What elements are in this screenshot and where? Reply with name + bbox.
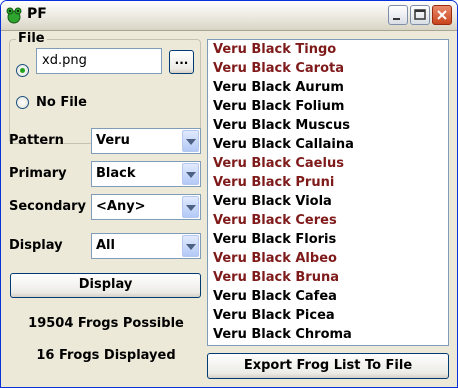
no-file-label: No File <box>36 95 87 110</box>
frog-list-item[interactable]: Veru Black Aurum <box>208 78 448 97</box>
primary-select[interactable]: Black <box>91 161 201 187</box>
frog-list-item[interactable]: Veru Black Folium <box>208 97 448 116</box>
frog-list-item[interactable]: Veru Black Albeo <box>208 249 448 268</box>
frog-list-item[interactable]: Veru Black Tingo <box>208 40 448 59</box>
frog-icon <box>6 7 22 24</box>
display-button[interactable]: Display <box>10 273 201 298</box>
frog-list-item[interactable]: Veru Black Viola <box>208 192 448 211</box>
frog-list-item[interactable]: Veru Black Ceres <box>208 211 448 230</box>
frog-list-item[interactable]: Veru Black Bruna <box>208 268 448 287</box>
frogs-displayed-count: 16 Frogs Displayed <box>36 348 176 363</box>
no-file-radio[interactable] <box>16 96 29 109</box>
frog-list-item[interactable]: Veru Black Chroma <box>208 325 448 344</box>
display-select[interactable]: All <box>91 233 201 259</box>
frogs-possible-count: 19504 Frogs Possible <box>28 316 184 331</box>
minimize-icon <box>393 18 400 20</box>
main-window: PF File xd.png ... No File Pattern Veru … <box>0 0 458 388</box>
frog-list-item[interactable]: Veru Black Muscus <box>208 116 448 135</box>
pattern-value: Veru <box>96 133 130 148</box>
frog-list-item[interactable]: Veru Black Cafea <box>208 287 448 306</box>
frog-list-item[interactable]: Veru Black Pruni <box>208 173 448 192</box>
frog-list-item[interactable]: Veru Black Carota <box>208 59 448 78</box>
maximize-icon <box>414 9 426 20</box>
secondary-value: <Any> <box>96 199 146 214</box>
title-bar[interactable]: PF <box>1 1 457 31</box>
pattern-select[interactable]: Veru <box>91 128 201 154</box>
pattern-label: Pattern <box>9 133 64 148</box>
chevron-down-icon[interactable] <box>182 196 199 218</box>
file-group-label: File <box>16 31 47 46</box>
close-button[interactable] <box>432 5 452 25</box>
frog-list-item[interactable]: Veru Black Caelus <box>208 154 448 173</box>
secondary-select[interactable]: <Any> <box>91 194 201 220</box>
chevron-down-icon[interactable] <box>182 163 199 185</box>
close-icon <box>437 10 447 20</box>
maximize-button[interactable] <box>410 5 430 25</box>
export-button[interactable]: Export Frog List To File <box>207 353 449 379</box>
window-title: PF <box>27 6 47 22</box>
frog-list-item[interactable]: Veru Black Picea <box>208 306 448 325</box>
secondary-label: Secondary <box>9 199 87 214</box>
filename-input[interactable]: xd.png <box>36 48 162 74</box>
display-value: All <box>96 238 115 253</box>
client-area: File xd.png ... No File Pattern Veru Pri… <box>1 31 457 387</box>
frog-list[interactable]: Veru Black Tingo Veru Black Carota Veru Bl… <box>207 39 449 346</box>
frog-list-item[interactable]: Veru Black Callaina <box>208 135 448 154</box>
browse-button[interactable]: ... <box>169 50 194 74</box>
display-filter-label: Display <box>9 238 63 253</box>
chevron-down-icon[interactable] <box>182 235 199 257</box>
chevron-down-icon[interactable] <box>182 130 199 152</box>
primary-label: Primary <box>9 166 67 181</box>
frog-list-item[interactable]: Veru Black Floris <box>208 230 448 249</box>
minimize-button[interactable] <box>388 5 408 25</box>
primary-value: Black <box>96 166 136 181</box>
file-radio[interactable] <box>16 64 29 77</box>
